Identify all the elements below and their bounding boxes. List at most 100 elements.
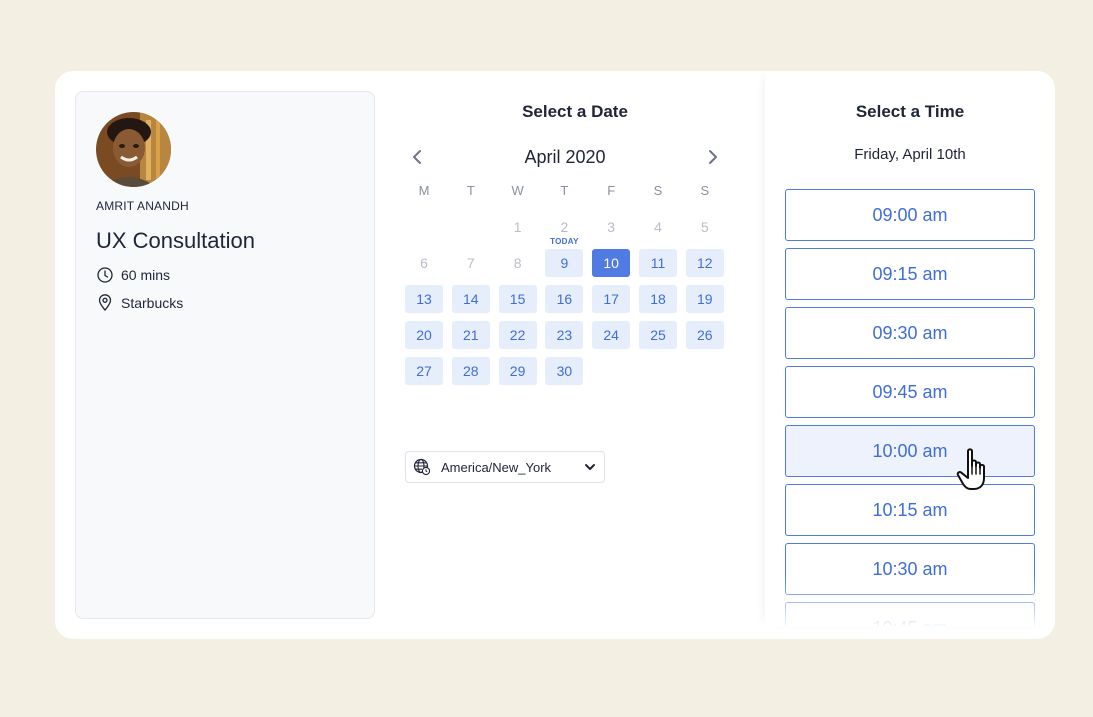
weekday-label: S [700, 183, 710, 198]
duration-text: 60 mins [121, 266, 171, 283]
calendar-day: 3 [592, 213, 630, 241]
weekday-label: W [511, 183, 524, 198]
calendar-days-grid: 1 2 3 4 5 6 7 8 9 TODAY 10 11 12 13 14 15 16 17 18 19 20 21 22… [405, 213, 730, 385]
calendar-day[interactable]: 9 TODAY [545, 237, 584, 277]
timezone-select[interactable]: America/New_York [405, 451, 605, 483]
calendar-day: 8 [499, 249, 537, 277]
day-number: 24 [603, 327, 619, 343]
hand-pointer-icon [956, 448, 985, 490]
day-number: 17 [603, 291, 619, 307]
previous-month-button[interactable] [405, 145, 429, 169]
chevron-left-icon [413, 150, 421, 164]
time-slot-button[interactable]: 09:30 am [785, 307, 1035, 359]
globe-icon [413, 458, 431, 476]
day-number: 8 [513, 255, 522, 271]
calendar-day[interactable]: 29 [498, 357, 537, 385]
day-number: 19 [697, 291, 713, 307]
day-number: 9 [560, 255, 569, 271]
day-number: 15 [509, 291, 526, 307]
calendar-day[interactable]: 13 [405, 285, 443, 313]
day-number: 29 [509, 363, 526, 379]
day-number: 13 [416, 291, 432, 307]
calendar-day[interactable]: 16 [545, 285, 584, 313]
day-number: 26 [697, 327, 713, 343]
time-slot-button[interactable]: 10:30 am [785, 543, 1035, 595]
day-number: 22 [509, 327, 526, 343]
month-label: April 2020 [524, 147, 606, 167]
calendar-day[interactable]: 26 [685, 321, 724, 349]
time-slot-button[interactable]: 09:00 am [785, 189, 1035, 241]
calendar-day: 7 [452, 249, 490, 277]
day-number: 25 [650, 327, 666, 343]
calendar-day[interactable]: 30 [545, 357, 584, 385]
calendar-day[interactable]: 18 [639, 285, 677, 313]
time-slot-button[interactable]: 10:00 am [785, 425, 1035, 477]
calendar-day[interactable]: 27 [405, 357, 443, 385]
day-number: 6 [420, 255, 428, 271]
event-info-panel: AMRIT ANANDH UX Consultation 60 mins Sta… [75, 91, 375, 619]
day-number: 27 [416, 363, 432, 379]
location-text: Starbucks [121, 294, 184, 311]
calendar-day-selected[interactable]: 10 [592, 249, 631, 277]
day-number: 5 [700, 219, 709, 235]
weekday-label: M [418, 183, 430, 198]
avatar [96, 112, 171, 187]
clock-icon [96, 266, 113, 283]
calendar-day[interactable]: 28 [451, 357, 490, 385]
day-number: 18 [650, 291, 666, 307]
day-number: 12 [697, 255, 713, 271]
day-number: 23 [556, 327, 573, 343]
day-number: 28 [463, 363, 479, 379]
day-number: 7 [466, 255, 475, 271]
calendar-day[interactable]: 19 [685, 285, 724, 313]
month-navigation: April 2020 [405, 145, 725, 169]
calendar-day[interactable]: 11 [639, 249, 677, 277]
chevron-down-icon [585, 464, 595, 470]
day-number: 11 [650, 255, 666, 271]
day-number: 14 [463, 291, 479, 307]
calendar-day[interactable]: 17 [592, 285, 631, 313]
day-number: 3 [607, 219, 616, 235]
calendar-day[interactable]: 25 [639, 321, 677, 349]
date-heading: Select a Date [522, 102, 628, 121]
weekday-label: F [607, 183, 616, 198]
next-month-button[interactable] [701, 145, 725, 169]
time-heading: Select a Time [855, 102, 965, 121]
calendar-day[interactable]: 14 [451, 285, 490, 313]
time-slot-button[interactable]: 09:45 am [785, 366, 1035, 418]
calendar-day[interactable]: 24 [592, 321, 631, 349]
calendar-day[interactable]: 23 [545, 321, 584, 349]
day-number: 21 [463, 327, 479, 343]
time-slot-button[interactable]: 09:15 am [785, 248, 1035, 300]
calendar-day: 4 [639, 213, 677, 241]
day-number: 30 [556, 363, 573, 379]
calendar-day[interactable]: 12 [685, 249, 724, 277]
day-number: 16 [556, 291, 573, 307]
time-picker: Select a Time Friday, April 10th 09:00 a… [765, 71, 1055, 626]
weekday-label: T [466, 183, 475, 198]
date-picker: Select a Date April 2020 MTWTFSS 1234567… [385, 71, 765, 639]
time-slot-button[interactable]: 10:15 am [785, 484, 1035, 536]
day-number: 2 [560, 219, 569, 235]
calendar-day[interactable]: 22 [498, 321, 537, 349]
timezone-value: America/New_York [441, 459, 552, 475]
weekday-label: S [653, 183, 663, 198]
host-name: AMRIT ANANDH [96, 199, 189, 213]
calendar-day: 5 [686, 213, 724, 241]
day-number: 4 [654, 219, 662, 235]
calendar-day[interactable]: 20 [405, 321, 443, 349]
chevron-right-icon [709, 150, 717, 164]
calendar-day: 1 [499, 213, 537, 241]
map-pin-icon [96, 294, 113, 311]
day-number: 1 [513, 219, 522, 235]
day-number: 10 [603, 255, 619, 271]
selected-date-label: Friday, April 10th [854, 146, 966, 163]
weekday-label: T [560, 183, 569, 198]
event-title: UX Consultation [96, 228, 255, 253]
time-slot-button[interactable]: 10:45 am [785, 602, 1035, 626]
calendar-day[interactable]: 15 [498, 285, 537, 313]
day-number: 20 [416, 327, 432, 343]
event-location: Starbucks [96, 294, 183, 311]
scheduling-card: AMRIT ANANDH UX Consultation 60 mins Sta… [55, 71, 1055, 639]
calendar-day[interactable]: 21 [451, 321, 490, 349]
